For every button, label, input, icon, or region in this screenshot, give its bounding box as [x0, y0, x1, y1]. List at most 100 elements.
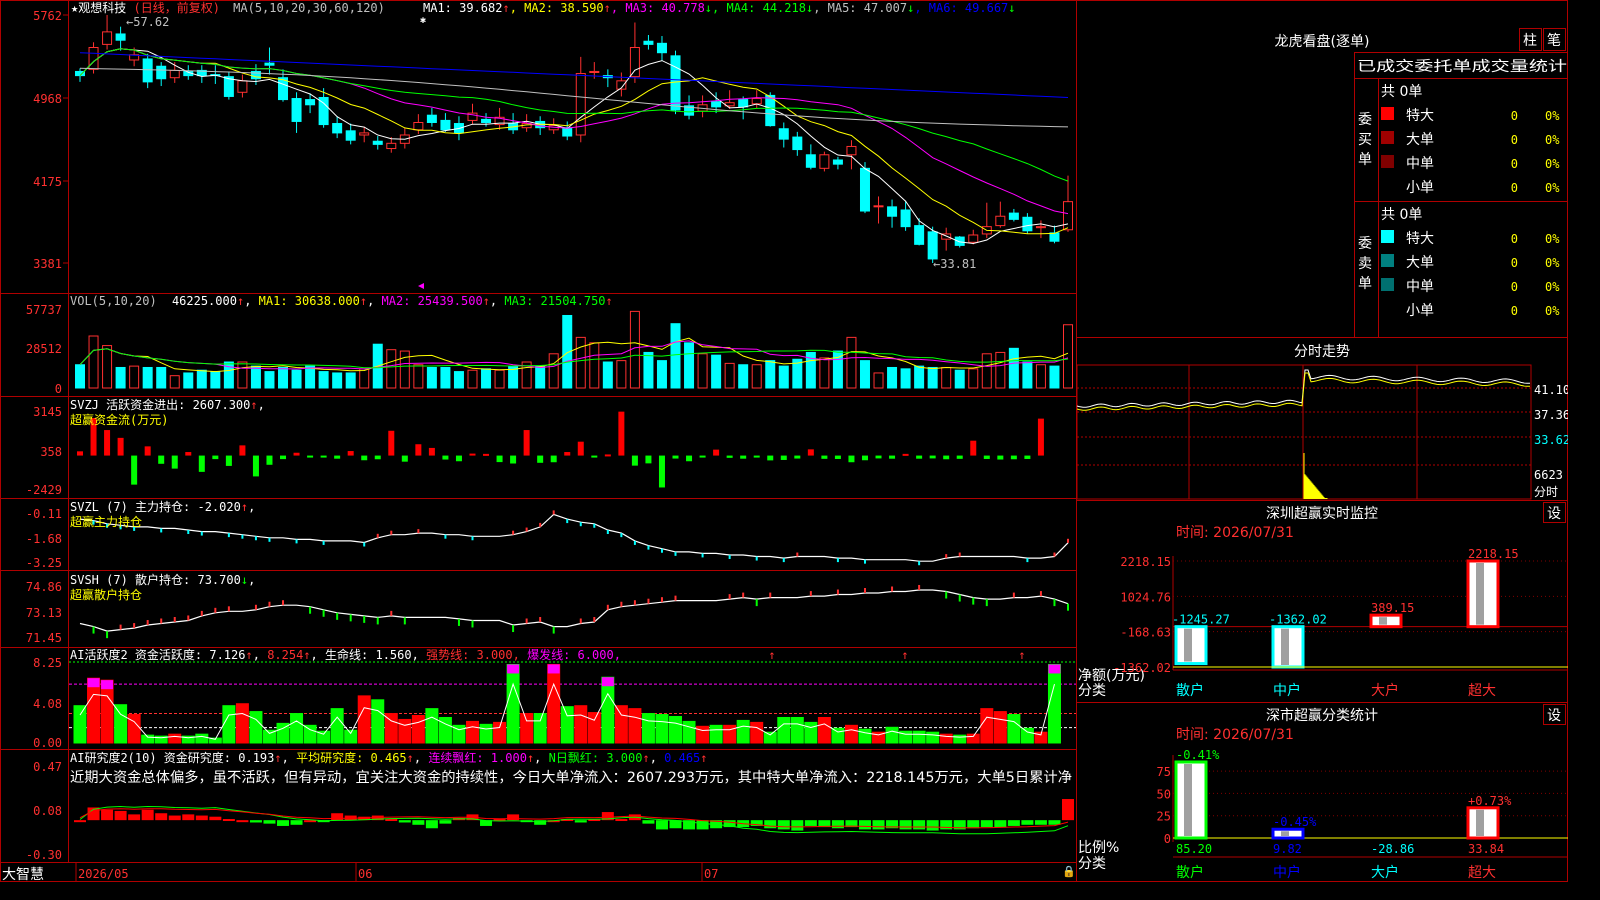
fund-flow-bar [171, 455, 178, 469]
ma-values: MA1: 39.682↑, MA2: 38.590↑, MA3: 40.778↓… [423, 1, 1016, 15]
activity-burst-cap [547, 664, 560, 674]
activity-burst-cap [1048, 664, 1061, 674]
volume-bar [169, 375, 180, 389]
candle-body [440, 119, 451, 131]
sz-class-title: 深市超赢分类统计 [1266, 707, 1378, 724]
fund-flow-bar [212, 455, 219, 460]
ma-arrow: ↓ [1008, 1, 1015, 15]
candle-body [832, 159, 843, 165]
activity-burst-cap [507, 664, 520, 674]
svzl-sub: 超赢主力持仓 [70, 514, 142, 529]
order-count: 0 [1511, 280, 1518, 294]
research-bar [913, 820, 926, 830]
activity-bar [357, 695, 371, 744]
order-type: 大单 [1406, 132, 1434, 148]
svsh-header: SVSH (7) 散户持仓: 73.700↓, [70, 572, 255, 587]
research-tick: 0.08 [33, 804, 62, 818]
candle-body [1035, 226, 1046, 229]
volume-header: VOL(5,10,20) 46225.000↑, MA1: 30638.000↑… [70, 294, 613, 308]
research-bar [858, 820, 871, 830]
volume-bar [413, 364, 424, 389]
ma-arrow: ↑ [502, 1, 509, 15]
pen-mode-label[interactable]: 笔 [1547, 33, 1561, 49]
sell-total: 共 0单 [1381, 207, 1422, 223]
fund-flow-bar [293, 452, 300, 456]
candle-body [1008, 212, 1019, 220]
activity-bar [750, 721, 764, 744]
candle-body [792, 136, 803, 151]
research-bar [249, 820, 262, 823]
order-pct: 0% [1545, 280, 1560, 294]
order-type: 特大 [1406, 108, 1434, 124]
order-pct: 0% [1545, 109, 1560, 123]
fund-flow-bar [455, 455, 462, 462]
lock-icon[interactable]: 🔒 [1062, 865, 1076, 878]
volume-bar [981, 353, 992, 389]
sz-bar-label: 389.15 [1371, 601, 1414, 615]
volume-bar [359, 368, 370, 389]
fund-flow-bar [753, 455, 760, 458]
candle-body [264, 62, 275, 66]
fund-flow-bar [604, 454, 611, 457]
fund-flow-bar [631, 455, 638, 466]
stock-name[interactable]: ★观想科技 [71, 0, 126, 15]
low-marker: ←33.81 [933, 257, 976, 271]
candle-body [102, 31, 113, 45]
research-bar [615, 819, 628, 822]
szc-value-label: 9.82 [1273, 842, 1302, 856]
fund-flow-bar [916, 455, 923, 459]
activity-bar [790, 716, 804, 744]
dragon-title: 龙虎看盘(逐单) [1275, 33, 1370, 50]
fund-flow-bar [591, 455, 598, 458]
activity-bar [966, 733, 980, 744]
candle-body [413, 121, 424, 131]
period-label[interactable]: (日线，前复权) [133, 0, 219, 15]
research-bar [1034, 820, 1047, 825]
fund-flow-bar [929, 455, 936, 459]
research-bar [764, 820, 777, 829]
buy-side-label: 委买单 [1358, 112, 1372, 168]
candle-body [805, 154, 816, 168]
sz-class-settings-label[interactable]: 设 [1547, 708, 1561, 724]
order-pct: 0% [1545, 304, 1560, 318]
szc-change-label: +0.73% [1468, 794, 1512, 808]
research-bar [155, 813, 168, 821]
stock-chart-canvas: ↑ ↑ ↑ 5762 4968 4175 3381 57737 28512 0 31… [0, 0, 1568, 882]
candle-body [670, 55, 681, 111]
sz-bar-label: -1362.02 [1269, 613, 1327, 627]
svzl-line [79, 513, 1069, 562]
bar-mode-label[interactable]: 柱 [1523, 33, 1537, 49]
activity-bar [1047, 663, 1061, 744]
research-bar [425, 820, 438, 829]
fund-flow-bar [1037, 418, 1044, 456]
research-bar [439, 820, 452, 824]
research-bar [209, 816, 222, 821]
research-bar [385, 819, 398, 822]
svzl-tick: -3.25 [26, 556, 62, 570]
price-tick: 4175 [33, 175, 62, 189]
active-tick: 0.00 [33, 736, 62, 750]
sz-monitor-settings-label[interactable]: 设 [1547, 506, 1561, 522]
volume-bar [1035, 364, 1046, 389]
activity-bar [655, 714, 669, 744]
sz-class-time: 时间: 2026/07/31 [1176, 727, 1294, 743]
sz-class-x-label: 分类 [1078, 856, 1106, 872]
candle-body [237, 80, 248, 93]
order-type: 小单 [1406, 303, 1434, 319]
activity-bar [641, 713, 655, 744]
szc-tick: 50 [1157, 787, 1171, 801]
sz-bar-label: -1245.27 [1172, 613, 1230, 627]
fund-flow-bar [1010, 455, 1017, 460]
volume-bar [778, 365, 789, 389]
fund-flow-bar [848, 455, 855, 463]
activity-bar [114, 704, 128, 744]
activity-bar [723, 724, 737, 744]
candle-body [643, 40, 654, 45]
candle-body [372, 140, 383, 145]
intraday-tick: 6623 [1534, 468, 1563, 482]
szc-tick: 25 [1157, 810, 1171, 824]
research-bar [831, 820, 844, 829]
fund-flow-bar [970, 440, 977, 456]
activity-bar [736, 719, 750, 744]
price-candles [75, 15, 1073, 263]
